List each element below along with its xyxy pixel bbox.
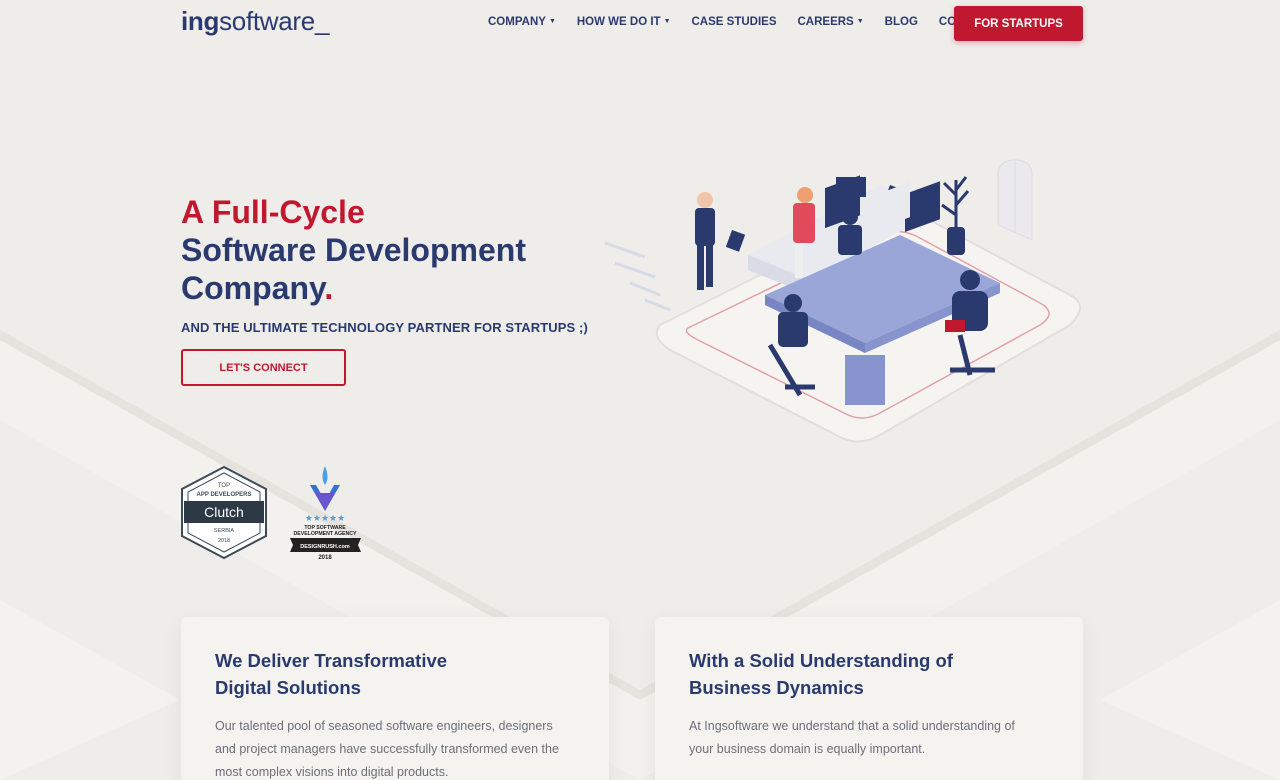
lets-connect-button[interactable]: LET'S CONNECT <box>181 349 346 386</box>
designrush-badge: ★★★★★ TOP SOFTWARE DEVELOPMENT AGENCY DE… <box>290 466 361 561</box>
office-illustration <box>604 159 1081 443</box>
logo-rest: software_ <box>219 6 330 36</box>
card-title: We Deliver Transformative Digital Soluti… <box>215 650 448 698</box>
designrush-line2: DEVELOPMENT AGENCY <box>294 531 357 537</box>
card-body: Our talented pool of seasoned software e… <box>215 719 559 779</box>
clutch-region: SERBIA <box>214 528 235 534</box>
logo-bold: ing <box>181 6 220 36</box>
card-business-dynamics: With a Solid Understanding of Business D… <box>655 617 1083 780</box>
hero-title: A Full-Cycle Software Development Compan… <box>181 193 526 307</box>
designrush-stars: ★★★★★ <box>305 514 345 524</box>
hero-title-line2: Software Development <box>181 232 526 268</box>
nav-item-blog[interactable]: BLOG <box>885 16 918 28</box>
clutch-year: 2018 <box>218 538 230 544</box>
nav-label: HOW WE DO IT <box>576 16 661 28</box>
card-title: With a Solid Understanding of Business D… <box>689 650 953 698</box>
card-transformative-solutions: We Deliver Transformative Digital Soluti… <box>181 617 609 780</box>
top-navbar: ingsoftware_ COMPANY ▼ HOW WE DO IT ▼ CASE… <box>0 0 1280 48</box>
clutch-badge: TOP APP DEVELOPERS Clutch SERBIA 2018 <box>181 465 267 560</box>
nav-label: CAREERS <box>797 16 854 28</box>
nav-label: COMPANY <box>488 16 546 28</box>
caret-down-icon: ▼ <box>856 18 864 26</box>
clutch-top: TOP <box>218 483 230 489</box>
caret-down-icon: ▼ <box>663 18 671 26</box>
nav-item-company[interactable]: COMPANY ▼ <box>488 16 556 28</box>
hero-title-line3: Company <box>181 270 325 306</box>
main-nav: COMPANY ▼ HOW WE DO IT ▼ CASE STUDIES CARE… <box>488 16 1015 28</box>
clutch-brand: Clutch <box>204 504 244 520</box>
clutch-category: APP DEVELOPERS <box>197 492 252 498</box>
caret-down-icon: ▼ <box>548 18 556 26</box>
nav-item-careers[interactable]: CAREERS ▼ <box>798 16 864 28</box>
hero-title-dot: . <box>324 270 334 306</box>
card-body: At Ingsoftware we understand that a soli… <box>689 719 1015 756</box>
logo[interactable]: ingsoftware_ <box>181 6 329 37</box>
hero-title-line1: A Full-Cycle <box>181 194 365 230</box>
designrush-year: 2018 <box>318 555 332 561</box>
designrush-brand: DESIGNRUSH.com <box>300 544 350 550</box>
person-standing-left <box>695 192 746 290</box>
hero-subtitle: AND THE ULTIMATE TECHNOLOGY PARTNER FOR … <box>181 320 588 335</box>
nav-item-how-we-do-it[interactable]: HOW WE DO IT ▼ <box>577 16 671 28</box>
nav-item-case-studies[interactable]: CASE STUDIES <box>692 16 777 28</box>
nav-label: BLOG <box>884 16 918 28</box>
for-startups-button[interactable]: FOR STARTUPS <box>954 6 1083 41</box>
nav-label: CASE STUDIES <box>691 16 777 28</box>
